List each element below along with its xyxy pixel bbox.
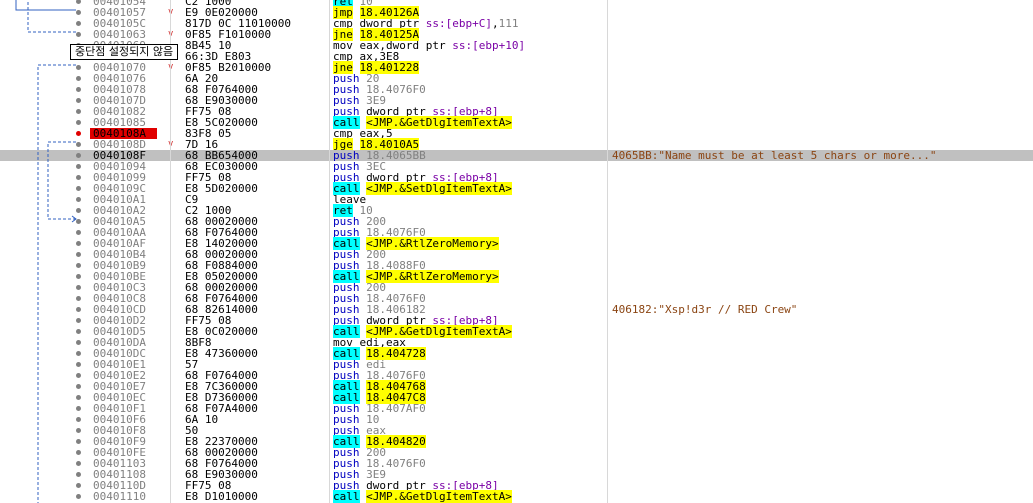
disasm-row[interactable]: 004010DC E8 47360000 call 18.404728 — [0, 347, 1033, 360]
operand: <JMP.&GetDlgItemTextA> — [366, 490, 512, 503]
disasm-row[interactable]: 004010B9 68 F0884000 push 18.4088F0 — [0, 260, 1033, 271]
disasm-row[interactable]: 004010F6 6A 10 push 10 — [0, 414, 1033, 425]
disasm-row[interactable]: 004010CD 68 82614000 push 18.406182 406182:… — [0, 304, 1033, 315]
disasm-row[interactable]: 00401103 68 F0764000 push 18.4076F0 — [0, 458, 1033, 469]
disasm-row[interactable]: 004010D5 E8 0C020000 call <JMP.&GetDlgItem… — [0, 325, 1033, 338]
jump-arrows — [15, 0, 77, 503]
disasm-row[interactable]: 004010A5 68 00020000 push 200 — [0, 216, 1033, 227]
disasm-row[interactable]: 00401070v0F85 B2010000jne 18.401228 — [0, 61, 1033, 74]
breakpoint-tooltip: 중단점 설정되지 않음 — [70, 44, 179, 60]
disasm-row[interactable]: 00401076 6A 20 push 20 — [0, 73, 1033, 84]
comment: 4065BB:"Name must be at least 5 chars or… — [612, 149, 937, 162]
disasm-row[interactable]: 004010E1 57 push edi — [0, 359, 1033, 370]
disasm-row[interactable]: 00401054 C2 1000 ret 10 — [0, 0, 1033, 8]
disasm-row[interactable]: 004010F9 E8 22370000 call 18.404820 — [0, 435, 1033, 448]
opcode-bytes: E8 D1010000 — [185, 490, 258, 503]
disasm-row[interactable]: 004010C8 68 F0764000 push 18.4076F0 — [0, 293, 1033, 304]
disasm-row[interactable]: 004010DA 8BF8 mov edi,eax — [0, 337, 1033, 348]
disasm-row[interactable]: 0040109C E8 5D020000 call <JMP.&SetDlgItem… — [0, 182, 1033, 195]
disasm-row[interactable]: 004010AA 68 F0764000 push 18.4076F0 — [0, 227, 1033, 238]
disasm-row[interactable]: 004010EC E8 D7360000 call 18.4047C8 — [0, 391, 1033, 404]
disasm-row[interactable]: 004010D2 FF75 08 push dword ptr ss:[ebp+8] — [0, 315, 1033, 326]
disasm-row[interactable]: 00401082 FF75 08 push dword ptr ss:[ebp+8] — [0, 106, 1033, 117]
disasm-row[interactable]: 00401094 68 EC030000 push 3EC — [0, 161, 1033, 172]
disasm-row[interactable]: 00401110 E8 D1010000 call <JMP.&GetDlgItem… — [0, 490, 1033, 503]
disasm-row[interactable]: 0040105C 817D 0C 11010000 cmp dword ptr ss… — [0, 18, 1033, 29]
disasm-row[interactable]: 004010FE 68 00020000 push 200 — [0, 447, 1033, 458]
disasm-row[interactable]: 0040110D FF75 08 push dword ptr ss:[ebp+8] — [0, 480, 1033, 491]
disasm-row[interactable]: 00401085 E8 5C020000 call <JMP.&GetDlgItem… — [0, 116, 1033, 129]
instruction[interactable]: call <JMP.&GetDlgItemTextA> — [333, 490, 512, 503]
disasm-row[interactable]: 004010A2 C2 1000 ret 10 — [0, 204, 1033, 217]
disasm-row[interactable]: 004010C3 68 00020000 push 200 — [0, 282, 1033, 293]
disasm-row[interactable]: 004010F1 68 F07A4000 push 18.407AF0 — [0, 403, 1033, 414]
disasm-row[interactable]: 00401099 FF75 08 push dword ptr ss:[ebp+8] — [0, 172, 1033, 183]
disassembly-view[interactable]: 00401054C2 1000ret 1000401057vE9 0E02000… — [0, 0, 1033, 503]
disasm-row[interactable]: 004010F8 50 push eax — [0, 425, 1033, 436]
mnemonic: call — [333, 490, 360, 503]
disasm-row[interactable]: 004010E7 E8 7C360000 call 18.404768 — [0, 380, 1033, 393]
disasm-row[interactable]: 00401078 68 F0764000 push 18.4076F0 — [0, 84, 1033, 95]
column-separator-bytes — [170, 0, 171, 503]
disasm-row[interactable]: 004010E2 68 F0764000 push 18.4076F0 — [0, 370, 1033, 381]
column-separator-comment — [607, 0, 608, 503]
disasm-row[interactable]: 0040108F 68 BB654000 push 18.4065BB 4065BB:… — [0, 150, 1033, 161]
address-cell[interactable]: 00401110 — [90, 491, 157, 502]
disasm-row[interactable]: 004010AF E8 14020000 call <JMP.&RtlZeroMem… — [0, 237, 1033, 250]
column-separator-instr — [329, 0, 330, 503]
comment: 406182:"Xsp!d3r // RED Crew" — [612, 303, 798, 316]
disasm-row[interactable]: 004010BE E8 05020000 call <JMP.&RtlZeroMem… — [0, 270, 1033, 283]
disasm-row[interactable]: 00401108 68 E9030000 push 3E9 — [0, 469, 1033, 480]
disasm-row[interactable]: 0040107D 68 E9030000 push 3E9 — [0, 95, 1033, 106]
disasm-row[interactable]: 0040108A 83F8 05 cmp eax,5 — [0, 128, 1033, 139]
disasm-row[interactable]: 004010B4 68 00020000 push 200 — [0, 249, 1033, 260]
disasm-row[interactable]: 004010A1 C9 leave — [0, 194, 1033, 205]
